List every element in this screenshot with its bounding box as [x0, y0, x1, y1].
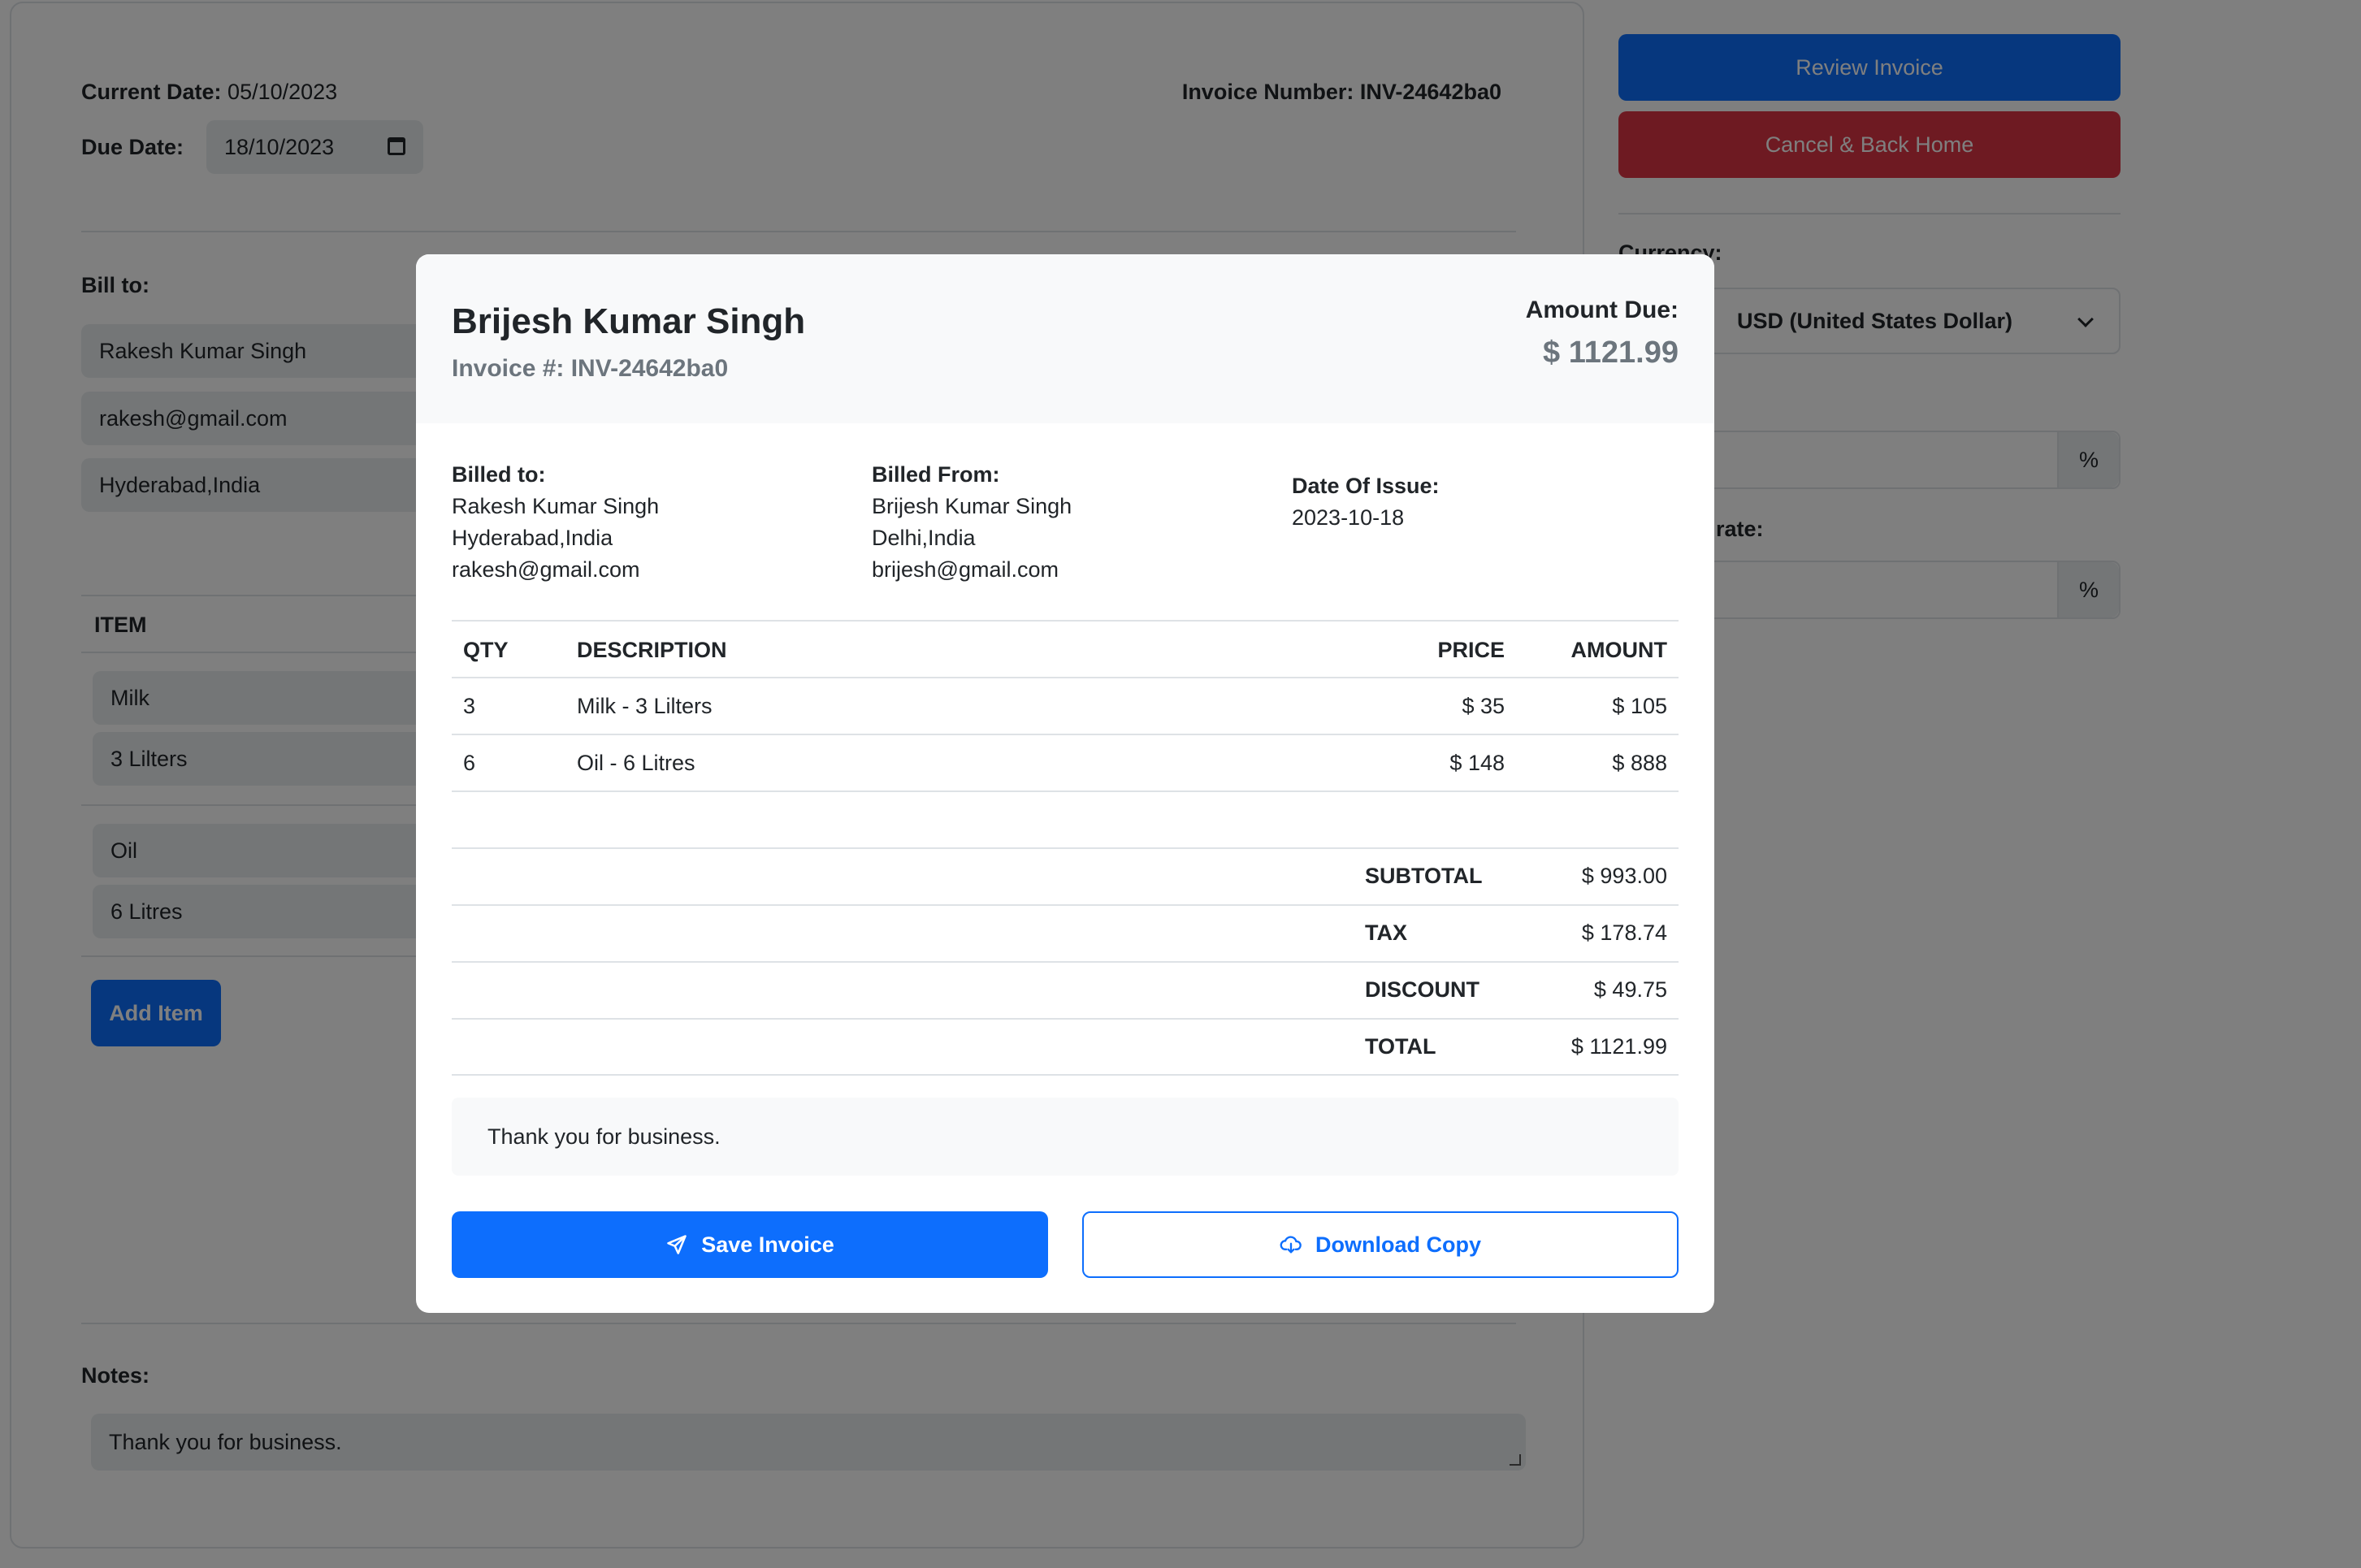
table-border [452, 847, 1679, 849]
row-amount: $ 888 [1612, 751, 1667, 775]
download-copy-label: Download Copy [1315, 1232, 1481, 1257]
discount-value: $ 49.75 [1593, 977, 1667, 1002]
table-border [452, 1074, 1679, 1076]
table-border [452, 1018, 1679, 1020]
thank-you-note: Thank you for business. [452, 1098, 1679, 1176]
billed-to-name: Rakesh Kumar Singh [452, 494, 660, 518]
billed-from-block: Billed From: Brijesh Kumar Singh Delhi,I… [872, 459, 1072, 586]
billed-to-block: Billed to: Rakesh Kumar Singh Hyderabad,… [452, 459, 659, 586]
billed-to-address: Hyderabad,India [452, 526, 613, 550]
date-of-issue-value: 2023-10-18 [1292, 505, 1405, 530]
row-description: Oil - 6 Litres [577, 751, 695, 775]
row-price: $ 35 [1462, 694, 1505, 718]
invoice-preview-modal: Brijesh Kumar Singh Invoice #: INV-24642… [416, 254, 1714, 1313]
row-amount: $ 105 [1612, 694, 1667, 718]
save-invoice-label: Save Invoice [701, 1232, 834, 1257]
billed-from-email: brijesh@gmail.com [872, 557, 1059, 582]
biller-name: Brijesh Kumar Singh [452, 301, 806, 341]
date-of-issue-block: Date Of Issue: 2023-10-18 [1292, 470, 1440, 534]
billed-from-name: Brijesh Kumar Singh [872, 494, 1072, 518]
qty-header: QTY [463, 638, 509, 662]
save-invoice-button[interactable]: Save Invoice [452, 1211, 1048, 1278]
row-description: Milk - 3 Lilters [577, 694, 713, 718]
modal-header: Brijesh Kumar Singh Invoice #: INV-24642… [416, 254, 1714, 423]
billed-to-email: rakesh@gmail.com [452, 557, 640, 582]
description-header: DESCRIPTION [577, 638, 727, 662]
send-icon [667, 1235, 687, 1254]
billed-from-label: Billed From: [872, 462, 1000, 487]
tax-value: $ 178.74 [1581, 920, 1667, 945]
total-value: $ 1121.99 [1570, 1034, 1667, 1059]
table-border [452, 790, 1679, 792]
amount-due-label: Amount Due: [1525, 297, 1679, 323]
table-border [452, 734, 1679, 735]
row-qty: 3 [463, 694, 476, 718]
billed-to-label: Billed to: [452, 462, 546, 487]
table-border [452, 620, 1679, 622]
row-qty: 6 [463, 751, 476, 775]
table-border [452, 961, 1679, 963]
subtotal-value: $ 993.00 [1581, 864, 1667, 888]
row-price: $ 148 [1449, 751, 1505, 775]
price-header: PRICE [1437, 638, 1505, 662]
subtotal-label: SUBTOTAL [1365, 864, 1483, 888]
table-border [452, 677, 1679, 678]
billed-from-address: Delhi,India [872, 526, 976, 550]
invoice-id: Invoice #: INV-24642ba0 [452, 355, 729, 382]
total-label: TOTAL [1365, 1034, 1436, 1059]
date-of-issue-label: Date Of Issue: [1292, 474, 1440, 498]
amount-header: AMOUNT [1570, 638, 1667, 662]
discount-label: DISCOUNT [1365, 977, 1479, 1002]
cloud-download-icon [1280, 1236, 1302, 1254]
tax-label: TAX [1365, 920, 1407, 945]
table-border [452, 904, 1679, 906]
download-copy-button[interactable]: Download Copy [1082, 1211, 1679, 1278]
amount-due-value: $ 1121.99 [1543, 336, 1679, 370]
